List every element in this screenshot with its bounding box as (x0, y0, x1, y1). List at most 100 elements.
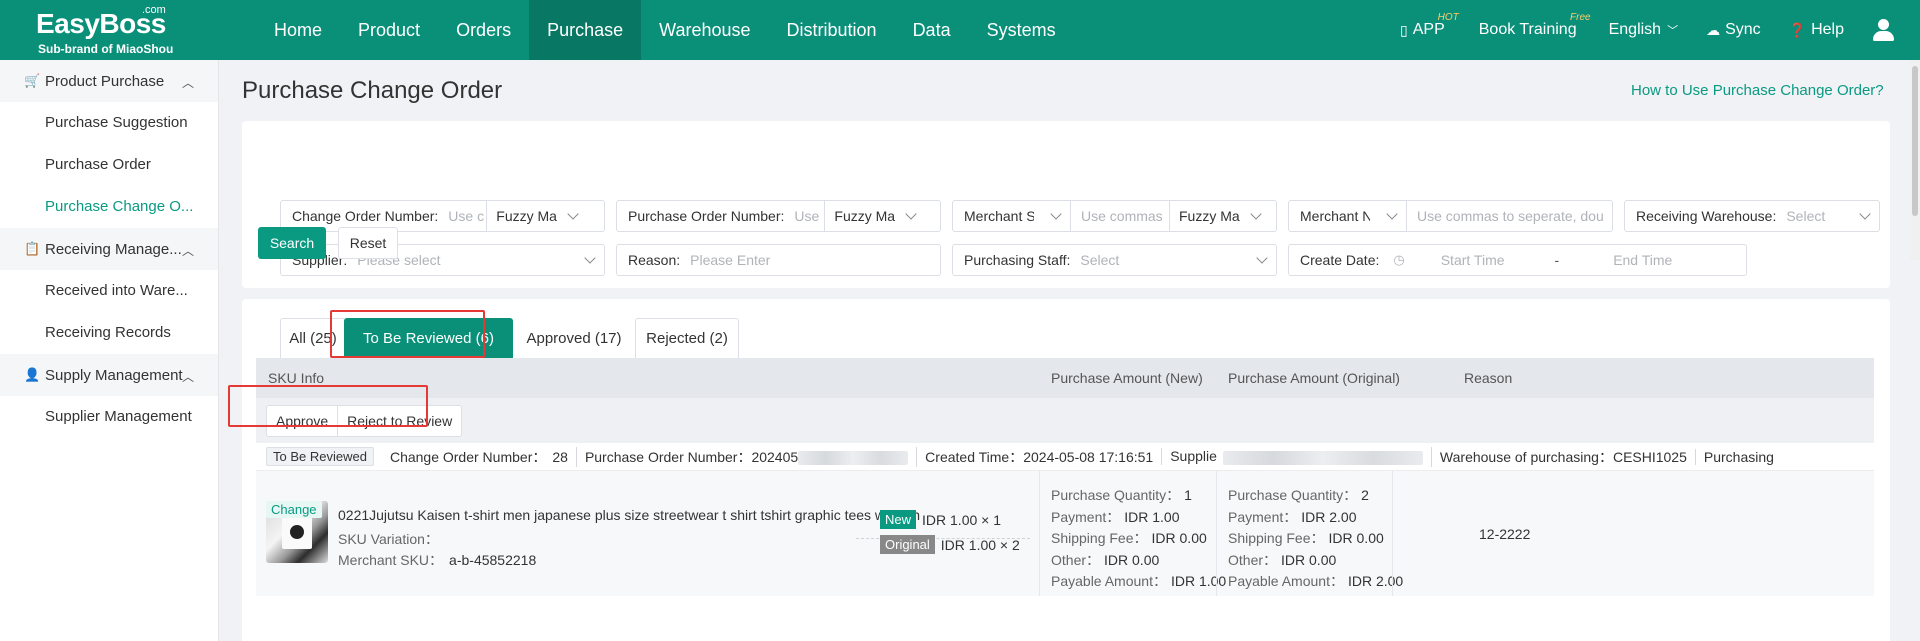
tab-to-be-reviewed[interactable]: To Be Reviewed (6) (344, 318, 513, 358)
tab-approved[interactable]: Approved (17) (513, 318, 635, 358)
redacted-block (798, 450, 909, 465)
merchant-sku-type-select[interactable]: Merchant S (953, 201, 1070, 231)
reason-input[interactable]: Please Enter (680, 252, 940, 268)
bulk-action-group: Approve Reject to Review (266, 405, 463, 437)
supplier-filter[interactable]: Supplier: Please select (280, 244, 605, 276)
meta-value: 2024-05-08 17:16:51 (1023, 448, 1154, 465)
sidebar-group-label: Product Purchase (45, 72, 165, 90)
sidebar-item-purchase-suggestion[interactable]: Purchase Suggestion (0, 102, 218, 144)
nav-data[interactable]: Data (895, 0, 969, 60)
phone-icon: ▯ (1400, 21, 1408, 38)
page-title: Purchase Change Order (242, 77, 503, 104)
product-name[interactable]: 0221Jujutsu Kaisen t-shirt men japanese … (338, 507, 920, 523)
merchant-sku-input[interactable]: Use commas (1071, 208, 1169, 224)
sidebar-group-label: Supply Management (45, 366, 183, 384)
amount-label: Purchase Quantity： (1051, 487, 1181, 503)
sidebar-item-purchase-change-order[interactable]: Purchase Change O... (0, 186, 218, 228)
search-button[interactable]: Search (258, 227, 326, 259)
sidebar-group-receiving-management[interactable]: 📋 Receiving Manage... ︿ (0, 228, 218, 270)
nav-distribution[interactable]: Distribution (769, 0, 895, 60)
merchant-sku: Merchant SKU： a-b-45852218 (338, 550, 536, 570)
page-scrollbar[interactable] (1910, 60, 1920, 260)
sidebar-item-receiving-records[interactable]: Receiving Records (0, 312, 218, 354)
change-order-number: Change Order Number： 28 (382, 447, 576, 467)
purchase-order-number-input[interactable]: Use (784, 208, 824, 224)
cart-icon: 🛒 (24, 73, 41, 88)
app-link[interactable]: ▯ APP HOT (1400, 12, 1459, 39)
amount-label: Other： (1228, 551, 1278, 568)
create-date-filter[interactable]: Create Date: ◷ Start Time - End Time (1288, 244, 1747, 276)
created-time: Created Time：2024-05-08 17:16:51 (916, 446, 1161, 467)
sidebar-group-supply-management[interactable]: 👤 Supply Management ︿ (0, 354, 218, 396)
chevron-up-icon: ︿ (181, 244, 194, 258)
sidebar-item-supplier-management[interactable]: Supplier Management (0, 396, 218, 438)
tab-all[interactable]: All (25) (280, 318, 346, 358)
sidebar-item-received-into-warehouse[interactable]: Received into Ware... (0, 270, 218, 312)
start-time-input[interactable]: Start Time (1441, 252, 1505, 268)
table-header: SKU Info Purchase Amount (New) Purchase … (256, 358, 1874, 398)
field-type-value: Merchant S (964, 208, 1034, 224)
meta-label: Purchase Order Number： (584, 448, 752, 465)
column-divider (1039, 471, 1040, 596)
filter-label: Purchase Order Number: (628, 208, 785, 224)
reason-filter[interactable]: Reason: Please Enter (616, 244, 941, 276)
end-time-input[interactable]: End Time (1613, 252, 1672, 268)
cloud-icon: ☁ (1706, 21, 1721, 38)
status-badge: To Be Reviewed (266, 447, 374, 466)
sidebar-group-label: Receiving Manage... (45, 240, 182, 258)
purchasing-staff-filter[interactable]: Purchasing Staff: Select (952, 244, 1277, 276)
amount-label: Purchase Quantity： (1228, 487, 1358, 503)
match-mode-select[interactable]: Fuzzy Ma (825, 201, 925, 231)
sidebar-group-product-purchase[interactable]: 🛒 Product Purchase ︿ (0, 60, 218, 102)
how-to-use-link[interactable]: How to Use Purchase Change Order? (1631, 82, 1884, 99)
purchase-order-number: Purchase Order Number：202405 (575, 446, 916, 467)
nav-systems[interactable]: Systems (969, 0, 1074, 60)
amount-value: IDR 2.00 (1347, 573, 1404, 589)
top-right-actions: ▯ APP HOT Book Training Free English ﹀ ☁… (1400, 0, 1920, 60)
tab-rejected[interactable]: Rejected (2) (635, 318, 739, 358)
order-header-row: To Be Reviewed Change Order Number： 28 Pu… (256, 443, 1874, 471)
original-amount-details: Purchase Quantity： 2 Payment： IDR 2.00 Shi… (1228, 485, 1403, 593)
supplier: Supplie (1161, 448, 1431, 465)
col-purchase-amount-new: Purchase Amount (New) (1051, 370, 1203, 386)
receiving-warehouse-filter[interactable]: Receiving Warehouse: Select (1624, 200, 1880, 232)
book-training-link[interactable]: Book Training Free (1479, 12, 1591, 39)
user-avatar-icon[interactable] (1872, 19, 1894, 41)
match-mode-select[interactable]: Fuzzy Ma (1170, 201, 1270, 231)
help-button[interactable]: ❓ Help (1789, 21, 1844, 39)
clock-icon: ◷ (1393, 252, 1405, 267)
change-order-number-input[interactable]: Use c (438, 208, 486, 224)
nav-home[interactable]: Home (256, 0, 340, 60)
match-mode-value: Fuzzy Ma (496, 208, 557, 224)
nav-product[interactable]: Product (340, 0, 438, 60)
original-price: IDR 1.00 × 2 (940, 536, 1020, 553)
chevron-down-icon (567, 208, 579, 220)
sku-variation: SKU Variation： (338, 531, 439, 547)
amount-label: Payment： (1051, 508, 1121, 525)
match-mode-value: Fuzzy Ma (1179, 208, 1240, 224)
reject-to-review-button[interactable]: Reject to Review (337, 406, 461, 436)
sync-button[interactable]: ☁ Sync (1706, 21, 1761, 39)
logo-suffix: .com (142, 4, 166, 16)
logo[interactable]: EasyBoss .com Sub-brand of MiaoShou (36, 4, 186, 56)
scrollbar-thumb[interactable] (1912, 66, 1918, 216)
original-price-line: Original IDR 1.00 × 2 (880, 535, 1020, 554)
reset-button[interactable]: Reset (338, 227, 398, 259)
order-list-panel: All (25) To Be Reviewed (6) Approved (17… (228, 299, 1890, 641)
field-type-value: Merchant N (1300, 208, 1370, 224)
sidebar-item-purchase-order[interactable]: Purchase Order (0, 144, 218, 186)
merchant-name-type-select[interactable]: Merchant N (1289, 201, 1406, 231)
change-order-number-filter: Change Order Number: Use c Fuzzy Ma (280, 200, 605, 232)
new-tag: New (880, 510, 917, 529)
language-select[interactable]: English ﹀ (1609, 21, 1678, 39)
chevron-down-icon (1250, 208, 1262, 220)
match-mode-select[interactable]: Fuzzy Ma (487, 201, 587, 231)
language-label: English (1608, 21, 1662, 38)
merchant-name-input[interactable]: Use commas to seperate, dou (1407, 208, 1612, 224)
nav-purchase[interactable]: Purchase (529, 0, 642, 60)
chevron-up-icon: ︿ (181, 76, 194, 90)
user-gear-icon: 👤 (24, 367, 41, 382)
nav-orders[interactable]: Orders (438, 0, 529, 60)
approve-button[interactable]: Approve (267, 406, 337, 436)
nav-warehouse[interactable]: Warehouse (641, 0, 768, 60)
